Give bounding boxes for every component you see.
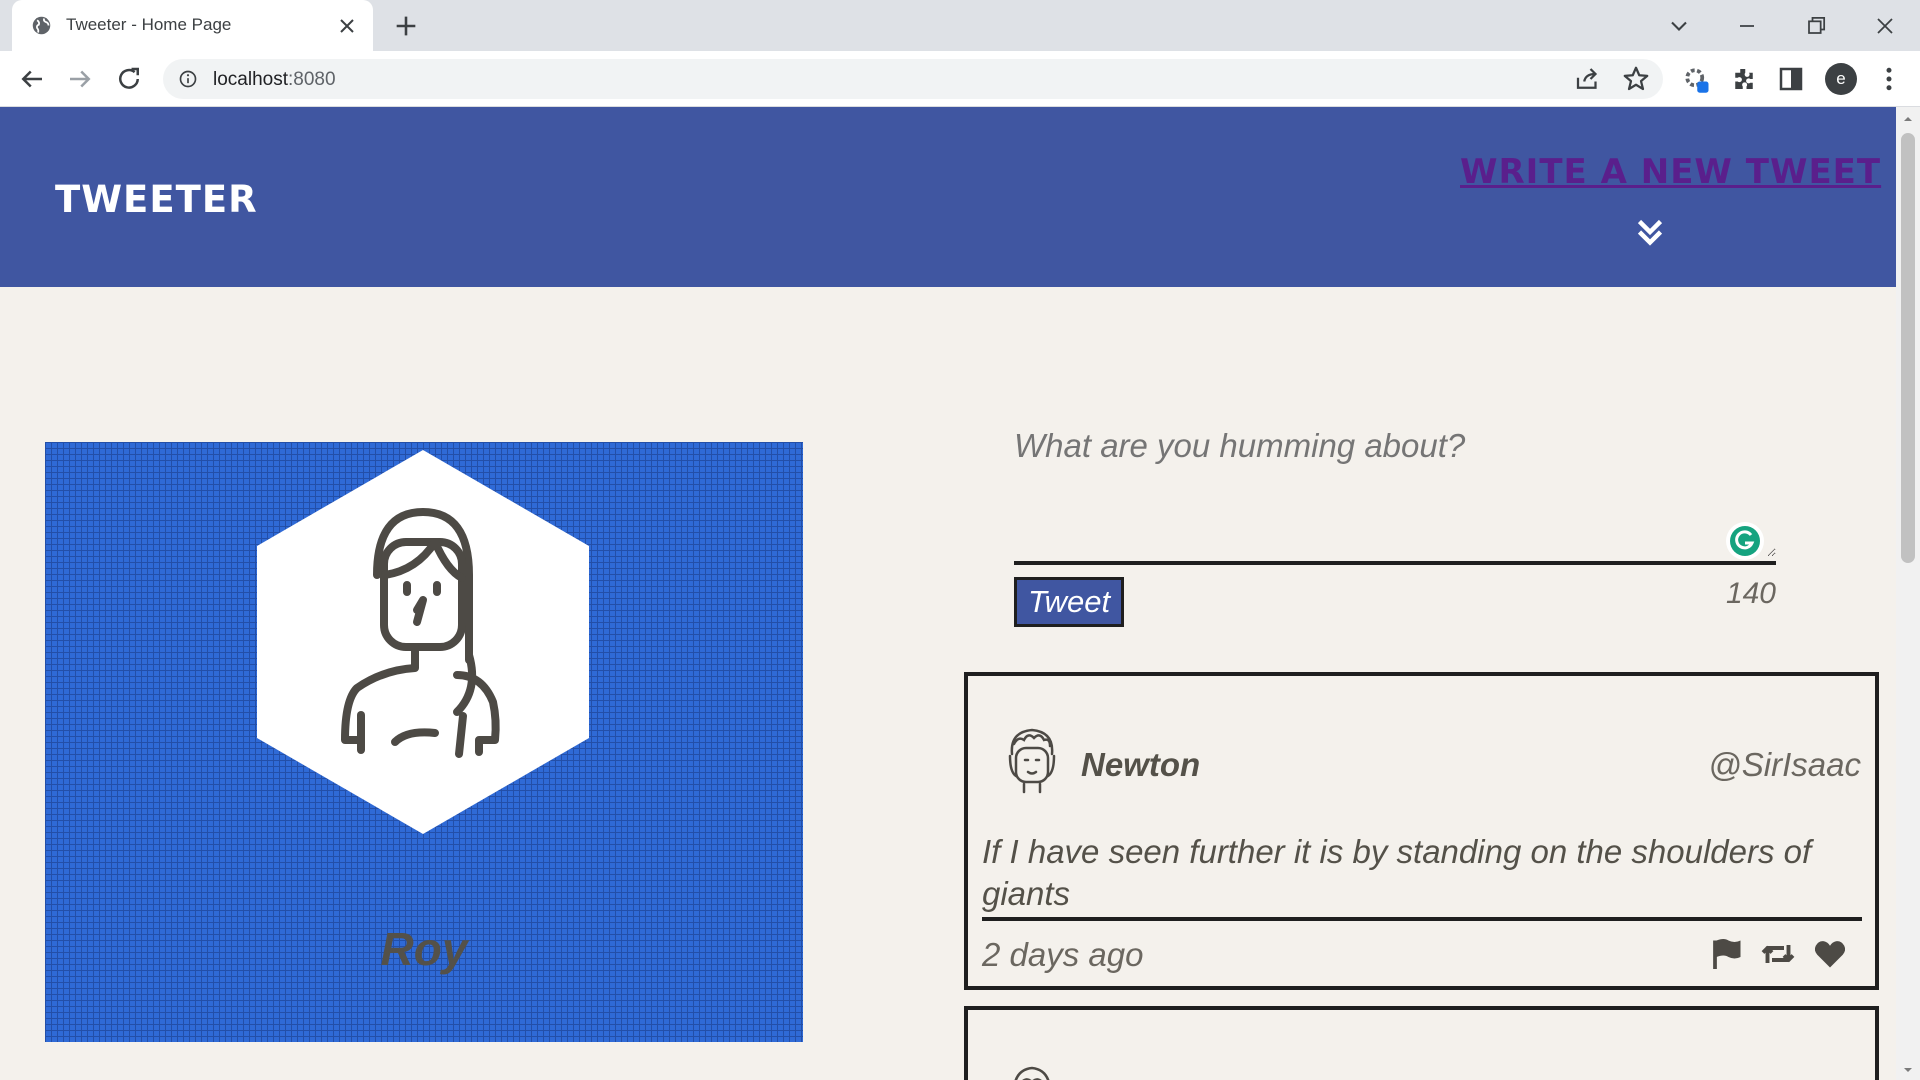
flag-icon[interactable] (1709, 936, 1745, 972)
bookmark-star-icon[interactable] (1621, 64, 1651, 94)
menu-kebab-icon[interactable] (1874, 64, 1904, 94)
close-window-icon[interactable] (1871, 12, 1899, 40)
extension-gear-icon[interactable] (1681, 64, 1711, 94)
browser-tab-bar: Tweeter - Home Page (0, 0, 1920, 51)
avatar-icon (1014, 1066, 1050, 1080)
site-nav: Tweeter Write a new tweet (0, 107, 1896, 287)
url-host: localhost (213, 69, 288, 90)
profile-card: Roy (45, 442, 803, 1042)
share-icon[interactable] (1573, 64, 1603, 94)
tweet-card (964, 1006, 1879, 1080)
browser-tab[interactable]: Tweeter - Home Page (12, 0, 373, 51)
girl-avatar-icon (257, 450, 589, 834)
heart-icon[interactable] (1812, 936, 1848, 972)
reload-icon[interactable] (114, 64, 144, 94)
page-scrollbar[interactable] (1896, 107, 1920, 1080)
back-icon[interactable] (17, 64, 47, 94)
composer-underline (1014, 561, 1776, 565)
tweet-text: If I have seen further it is by standing… (982, 833, 1812, 912)
site-brand[interactable]: Tweeter (55, 178, 258, 221)
globe-icon (32, 16, 51, 35)
new-tab-icon[interactable] (392, 12, 420, 40)
profile-name: Roy (380, 923, 468, 975)
tweet-divider (982, 917, 1862, 921)
close-tab-icon[interactable] (335, 14, 359, 38)
tweet-author-handle: @SirIsaac (1708, 746, 1861, 783)
profile-avatar[interactable]: e (1825, 63, 1857, 95)
character-counter: 140 (1725, 577, 1776, 610)
scroll-down-arrow-icon[interactable] (1902, 1064, 1914, 1076)
page-viewport: Tweeter Write a new tweet Roy (0, 107, 1896, 1080)
forward-icon[interactable] (65, 64, 95, 94)
tweet-timestamp: 2 days ago (982, 936, 1144, 973)
tab-search-icon[interactable] (1665, 12, 1693, 40)
tab-title: Tweeter - Home Page (66, 15, 232, 34)
address-bar[interactable]: localhost:8080 (163, 59, 1663, 99)
double-chevron-down-icon[interactable] (1632, 214, 1668, 250)
url-port: :8080 (288, 69, 336, 90)
minimize-icon[interactable] (1733, 12, 1761, 40)
url-text[interactable]: localhost:8080 (213, 69, 336, 91)
site-info-icon[interactable] (178, 69, 198, 89)
scrollbar-thumb[interactable] (1901, 133, 1915, 563)
newton-avatar-icon (1008, 728, 1056, 794)
retweet-icon[interactable] (1760, 936, 1796, 972)
tweet-author-name: Newton (1081, 746, 1201, 783)
tweet-input[interactable] (1014, 427, 1776, 557)
tweet-actions (1709, 936, 1855, 976)
extensions-puzzle-icon[interactable] (1729, 64, 1759, 94)
browser-toolbar: localhost:8080 e (0, 51, 1920, 107)
restore-icon[interactable] (1802, 12, 1830, 40)
grammarly-icon[interactable] (1725, 521, 1765, 561)
tweet-card: Newton @SirIsaac If I have seen further … (964, 672, 1879, 990)
scroll-up-arrow-icon[interactable] (1902, 113, 1914, 125)
tweet-submit-button[interactable]: Tweet (1014, 577, 1124, 627)
write-new-tweet-link[interactable]: Write a new tweet (1460, 152, 1880, 192)
side-panel-icon[interactable] (1776, 64, 1806, 94)
